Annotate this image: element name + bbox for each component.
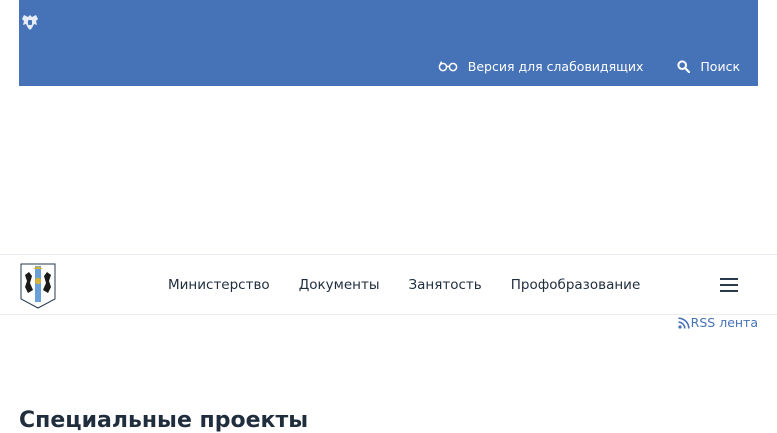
top-links: Версия для слабовидящих Поиск bbox=[438, 57, 740, 75]
nav-item-documents[interactable]: Документы bbox=[299, 277, 380, 293]
glasses-icon bbox=[438, 61, 458, 72]
coat-of-arms-logo[interactable] bbox=[20, 263, 56, 309]
rss-feed-label: RSS лента bbox=[690, 315, 758, 330]
nav-menu: Министерство Документы Занятость Профобр… bbox=[168, 255, 669, 314]
main-navigation: Министерство Документы Занятость Профобр… bbox=[0, 254, 777, 315]
search-icon bbox=[677, 59, 691, 73]
top-bar: Версия для слабовидящих Поиск bbox=[19, 0, 758, 86]
nav-item-vocational-education[interactable]: Профобразование bbox=[511, 277, 641, 293]
accessibility-version-link[interactable]: Версия для слабовидящих bbox=[438, 58, 644, 74]
rss-icon bbox=[678, 316, 690, 329]
nav-item-employment[interactable]: Занятость bbox=[408, 277, 481, 293]
russia-emblem-icon bbox=[22, 15, 38, 30]
nav-item-ministry[interactable]: Министерство bbox=[168, 277, 270, 293]
hamburger-menu-icon[interactable] bbox=[720, 278, 738, 292]
rss-feed-link[interactable]: RSS лента bbox=[678, 315, 758, 330]
section-title: Специальные проекты bbox=[19, 408, 309, 433]
search-label: Поиск bbox=[700, 58, 740, 74]
search-link[interactable]: Поиск bbox=[677, 59, 740, 74]
accessibility-version-label: Версия для слабовидящих bbox=[467, 58, 644, 74]
